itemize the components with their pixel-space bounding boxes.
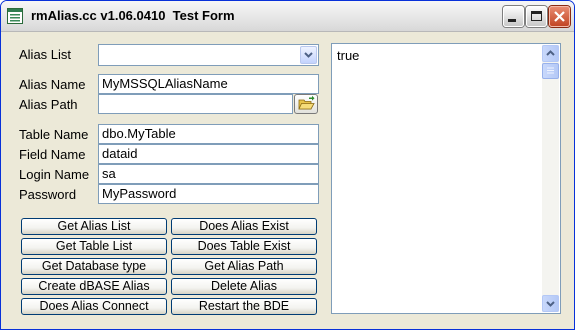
alias-name-label: Alias Name: [19, 77, 86, 92]
scroll-thumb[interactable]: [542, 63, 559, 79]
password-field[interactable]: MyPassword: [98, 184, 319, 204]
app-window: rmAlias.cc v1.06.0410 Test Form Alias Li…: [0, 0, 575, 330]
maximize-icon: [531, 11, 542, 21]
delete-alias-button[interactable]: Delete Alias: [171, 278, 317, 295]
restart-bde-button[interactable]: Restart the BDE: [171, 298, 317, 315]
scroll-down-button[interactable]: [542, 295, 559, 312]
grip-icon: [547, 67, 554, 74]
alias-path-label: Alias Path: [19, 97, 78, 112]
window-title: rmAlias.cc v1.06.0410 Test Form: [31, 8, 235, 23]
get-database-type-button[interactable]: Get Database type: [21, 258, 167, 275]
maximize-button[interactable]: [526, 6, 547, 27]
browse-folder-button[interactable]: [294, 94, 318, 114]
alias-name-field[interactable]: MyMSSQLAliasName: [98, 74, 319, 94]
does-table-exist-button[interactable]: Does Table Exist: [171, 238, 317, 255]
get-table-list-button[interactable]: Get Table List: [21, 238, 167, 255]
output-text: true: [337, 48, 360, 63]
field-name-label: Field Name: [19, 147, 86, 162]
alias-list-label: Alias List: [19, 47, 72, 62]
does-alias-exist-button[interactable]: Does Alias Exist: [171, 218, 317, 235]
close-icon: [554, 11, 565, 22]
chevron-up-icon: [546, 50, 555, 56]
open-folder-icon: [298, 95, 315, 110]
alias-list-combo[interactable]: [98, 44, 319, 66]
output-memo[interactable]: true: [331, 43, 561, 314]
vertical-scrollbar[interactable]: [542, 45, 559, 312]
get-alias-list-button[interactable]: Get Alias List: [21, 218, 167, 235]
field-name-field[interactable]: dataid: [98, 144, 319, 164]
scroll-up-button[interactable]: [542, 45, 559, 62]
minimize-icon: [508, 19, 516, 22]
chevron-down-icon: [304, 52, 313, 58]
close-button[interactable]: [549, 6, 570, 27]
minimize-button[interactable]: [503, 6, 524, 27]
does-alias-connect-button[interactable]: Does Alias Connect: [21, 298, 167, 315]
table-name-label: Table Name: [19, 127, 89, 142]
password-label: Password: [19, 187, 77, 202]
login-name-label: Login Name: [19, 167, 90, 182]
create-dbase-alias-button[interactable]: Create dBASE Alias: [21, 278, 167, 295]
alias-path-field[interactable]: [98, 94, 293, 114]
get-alias-path-button[interactable]: Get Alias Path: [171, 258, 317, 275]
table-name-field[interactable]: dbo.MyTable: [98, 124, 319, 144]
login-name-field[interactable]: sa: [98, 164, 319, 184]
alias-list-value: [99, 45, 299, 65]
form-icon: [7, 8, 23, 24]
title-bar[interactable]: rmAlias.cc v1.06.0410 Test Form: [1, 1, 574, 32]
chevron-down-icon: [546, 301, 555, 307]
alias-list-dropdown-button[interactable]: [300, 46, 317, 64]
